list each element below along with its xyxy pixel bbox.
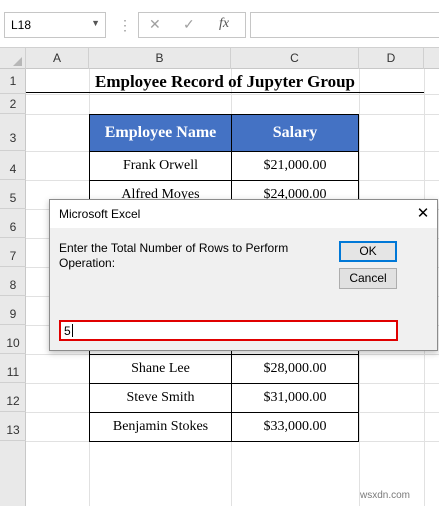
- table-cell-name[interactable]: Steve Smith: [89, 383, 232, 413]
- table-cell-name[interactable]: Frank Orwell: [89, 151, 232, 181]
- insert-function-icon[interactable]: fx: [219, 16, 229, 32]
- text-caret: [71, 324, 73, 337]
- formula-buttons: ✕ ✓ fx: [138, 12, 246, 38]
- dialog-prompt: Enter the Total Number of Rows to Perfor…: [59, 241, 289, 270]
- input-dialog: Microsoft Excel ✕ Enter the Total Number…: [49, 199, 438, 351]
- row-header-3[interactable]: 3: [0, 114, 26, 151]
- row-header-5[interactable]: 5: [0, 180, 26, 209]
- table-cell-salary[interactable]: $31,000.00: [231, 383, 359, 413]
- dialog-title: Microsoft Excel: [59, 207, 141, 221]
- row-header-2[interactable]: 2: [0, 94, 26, 114]
- row-header-11[interactable]: 11: [0, 354, 26, 383]
- row-header-7[interactable]: 7: [0, 238, 26, 267]
- row-header-13[interactable]: 13: [0, 412, 26, 441]
- dialog-titlebar[interactable]: Microsoft Excel ✕: [50, 200, 437, 228]
- column-headers: A B C D: [0, 47, 439, 69]
- row-header-6[interactable]: 6: [0, 209, 26, 238]
- select-all-corner[interactable]: [0, 48, 26, 69]
- name-box[interactable]: L18 ▼: [4, 12, 106, 38]
- row-header-8[interactable]: 8: [0, 267, 26, 296]
- select-all-icon: [13, 57, 22, 66]
- ok-button[interactable]: OK: [339, 241, 397, 262]
- close-icon[interactable]: ✕: [412, 203, 434, 225]
- formula-bar: L18 ▼ ⋮ ✕ ✓ fx: [0, 0, 439, 47]
- table-cell-salary[interactable]: $21,000.00: [231, 151, 359, 181]
- name-box-dropdown-icon[interactable]: ▼: [91, 18, 100, 28]
- enter-entry-icon[interactable]: ✓: [183, 16, 195, 33]
- name-box-value: L18: [11, 18, 32, 32]
- cancel-entry-icon[interactable]: ✕: [149, 16, 161, 33]
- rows-count-input-value: 5: [64, 324, 71, 338]
- table-header-salary[interactable]: Salary: [231, 114, 359, 152]
- column-header-a[interactable]: A: [26, 48, 89, 69]
- table-cell-salary[interactable]: $28,000.00: [231, 354, 359, 384]
- cancel-button[interactable]: Cancel: [339, 268, 397, 289]
- table-cell-salary[interactable]: $33,000.00: [231, 412, 359, 442]
- table-header-name[interactable]: Employee Name: [89, 114, 232, 152]
- row-header-12[interactable]: 12: [0, 383, 26, 412]
- row-header-1[interactable]: 1: [0, 69, 26, 94]
- table-cell-name[interactable]: Benjamin Stokes: [89, 412, 232, 442]
- sheet-title: Employee Record of Jupyter Group: [26, 70, 424, 93]
- watermark: wsxdn.com: [360, 490, 411, 501]
- row-header-4[interactable]: 4: [0, 151, 26, 180]
- formula-bar-grip-icon[interactable]: ⋮: [118, 15, 132, 35]
- column-header-d[interactable]: D: [359, 48, 424, 69]
- formula-input[interactable]: [250, 12, 439, 38]
- row-header-10[interactable]: 10: [0, 325, 26, 354]
- column-header-b[interactable]: B: [89, 48, 231, 69]
- rows-count-input[interactable]: 5: [59, 320, 398, 341]
- row-headers: 1 2 3 4 5 6 7 8 9 10 11 12 13: [0, 69, 26, 506]
- gridline: [26, 94, 439, 95]
- column-header-c[interactable]: C: [231, 48, 359, 69]
- table-cell-name[interactable]: Shane Lee: [89, 354, 232, 384]
- row-header-9[interactable]: 9: [0, 296, 26, 325]
